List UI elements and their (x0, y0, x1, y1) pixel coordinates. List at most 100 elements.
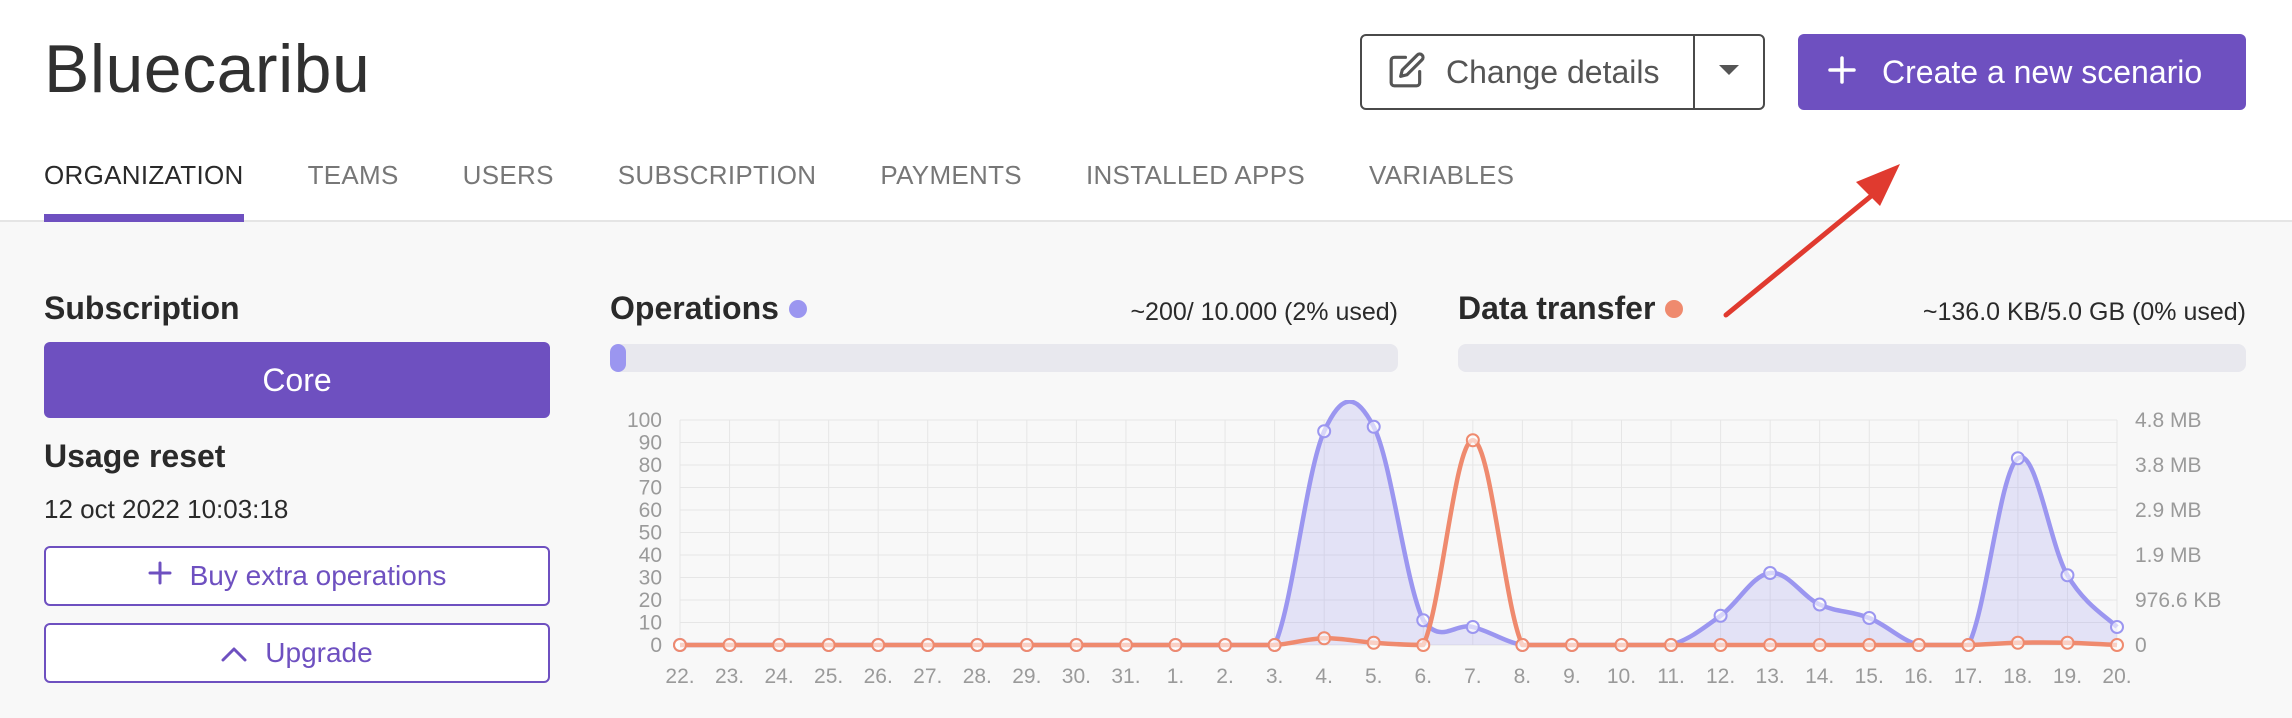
x-axis-tick-label: 25. (814, 665, 843, 688)
organization-name: Bluecaribu (44, 31, 371, 107)
data-transfer-progress-bar (1458, 344, 2246, 372)
data-transfer-title-text: Data transfer (1458, 290, 1656, 326)
series-point-0 (1416, 613, 1431, 628)
x-axis-tick-label: 7. (1464, 665, 1482, 688)
series-point-1 (1019, 638, 1034, 652)
right-axis-tick-label: 976.6 KB (2135, 589, 2221, 612)
caret-down-icon (1718, 63, 1740, 81)
tab-variables[interactable]: VARIABLES (1369, 160, 1514, 222)
operations-legend-dot (788, 299, 807, 318)
series-point-0 (1862, 611, 1877, 625)
change-details-dropdown-toggle[interactable] (1693, 36, 1763, 108)
tab-payments[interactable]: PAYMENTS (880, 160, 1022, 222)
series-point-0 (1317, 424, 1332, 439)
x-axis-tick-label: 20. (2102, 665, 2131, 688)
series-point-1 (2060, 635, 2075, 650)
data-transfer-legend-dot (1665, 299, 1684, 318)
series-point-1 (1961, 638, 1976, 652)
x-axis-tick-label: 26. (864, 665, 893, 688)
series-point-0 (1366, 419, 1381, 434)
create-scenario-button[interactable]: Create a new scenario (1798, 34, 2246, 110)
create-scenario-label: Create a new scenario (1882, 53, 2203, 90)
usage-reset-date: 12 oct 2022 10:03:18 (44, 494, 289, 524)
left-axis-tick-label: 80 (639, 454, 662, 477)
tab-teams[interactable]: TEAMS (308, 160, 399, 222)
series-point-1 (1069, 638, 1084, 652)
x-axis-tick-label: 10. (1607, 665, 1636, 688)
right-axis-tick-label: 3.8 MB (2135, 454, 2202, 477)
left-axis-tick-label: 30 (639, 567, 662, 590)
series-point-1 (970, 638, 985, 652)
data-transfer-title: Data transfer (1458, 290, 1684, 327)
x-axis-tick-label: 16. (1904, 665, 1933, 688)
series-point-1 (1168, 638, 1183, 652)
operations-progress-fill (610, 344, 626, 372)
x-axis-tick-label: 2. (1216, 665, 1234, 688)
series-point-1 (1366, 635, 1381, 650)
x-axis-tick-label: 15. (1855, 665, 1884, 688)
series-point-1 (722, 638, 737, 652)
series-point-1 (1465, 433, 1480, 448)
series-point-1 (1812, 638, 1827, 652)
left-axis-tick-label: 60 (639, 499, 662, 522)
left-axis-tick-label: 50 (639, 522, 662, 545)
plus-icon (1828, 55, 1856, 89)
series-point-0 (2060, 568, 2075, 583)
x-axis-tick-label: 6. (1415, 665, 1433, 688)
x-axis-tick-label: 29. (1012, 665, 1041, 688)
change-details-button[interactable]: Change details (1362, 36, 1693, 108)
series-point-1 (1664, 638, 1679, 652)
x-axis-tick-label: 8. (1514, 665, 1532, 688)
buy-extra-operations-button[interactable]: Buy extra operations (44, 546, 550, 606)
x-axis-tick-label: 24. (765, 665, 794, 688)
left-axis-tick-label: 20 (639, 589, 662, 612)
x-axis-tick-label: 13. (1756, 665, 1785, 688)
subscription-title: Subscription (44, 290, 240, 326)
series-point-1 (1713, 638, 1728, 652)
upgrade-label: Upgrade (265, 637, 373, 668)
x-axis-tick-label: 18. (2003, 665, 2032, 688)
x-axis-tick-label: 9. (1563, 665, 1581, 688)
series-point-0 (1465, 620, 1480, 634)
operations-progress-bar (610, 344, 1398, 372)
tab-subscription[interactable]: SUBSCRIPTION (618, 160, 817, 222)
series-point-1 (673, 638, 687, 652)
tab-users[interactable]: USERS (463, 160, 554, 222)
right-axis-tick-label: 2.9 MB (2135, 499, 2202, 522)
series-point-1 (1267, 638, 1282, 652)
tab-installed-apps[interactable]: INSTALLED APPS (1086, 160, 1305, 222)
series-point-1 (1564, 638, 1579, 652)
x-axis-tick-label: 31. (1111, 665, 1140, 688)
x-axis-tick-label: 3. (1266, 665, 1284, 688)
x-axis-tick-label: 30. (1062, 665, 1091, 688)
series-point-1 (2110, 638, 2124, 652)
x-axis-tick-label: 28. (963, 665, 992, 688)
change-details-split-button: Change details (1360, 34, 1765, 110)
series-point-1 (920, 638, 935, 652)
series-point-1 (1515, 638, 1530, 652)
x-axis-tick-label: 19. (2053, 665, 2082, 688)
organization-tabs: ORGANIZATION TEAMS USERS SUBSCRIPTION PA… (44, 160, 1578, 222)
series-point-1 (1862, 638, 1877, 652)
left-axis-tick-label: 100 (627, 409, 662, 432)
series-point-0 (1763, 566, 1778, 580)
tab-organization[interactable]: ORGANIZATION (44, 160, 244, 222)
series-point-1 (1118, 638, 1133, 652)
series-point-1 (1763, 638, 1778, 652)
x-axis-tick-label: 5. (1365, 665, 1383, 688)
usage-reset-title: Usage reset (44, 438, 226, 474)
right-axis-tick-label: 0 (2135, 634, 2147, 657)
upgrade-button[interactable]: Upgrade (44, 623, 550, 683)
left-axis-tick-label: 70 (639, 477, 662, 500)
subscription-plan-button[interactable]: Core (44, 342, 550, 418)
buy-extra-operations-label: Buy extra operations (189, 560, 447, 591)
operations-usage: ~200/ 10.000 (2% used) (1130, 298, 1398, 326)
edit-icon (1388, 51, 1426, 94)
series-point-1 (1614, 638, 1629, 652)
left-axis-tick-label: 40 (639, 544, 662, 567)
series-point-1 (1218, 638, 1233, 652)
x-axis-tick-label: 4. (1315, 665, 1333, 688)
x-axis-tick-label: 11. (1657, 665, 1685, 688)
operations-title: Operations (610, 290, 807, 327)
left-axis-tick-label: 10 (639, 612, 662, 635)
